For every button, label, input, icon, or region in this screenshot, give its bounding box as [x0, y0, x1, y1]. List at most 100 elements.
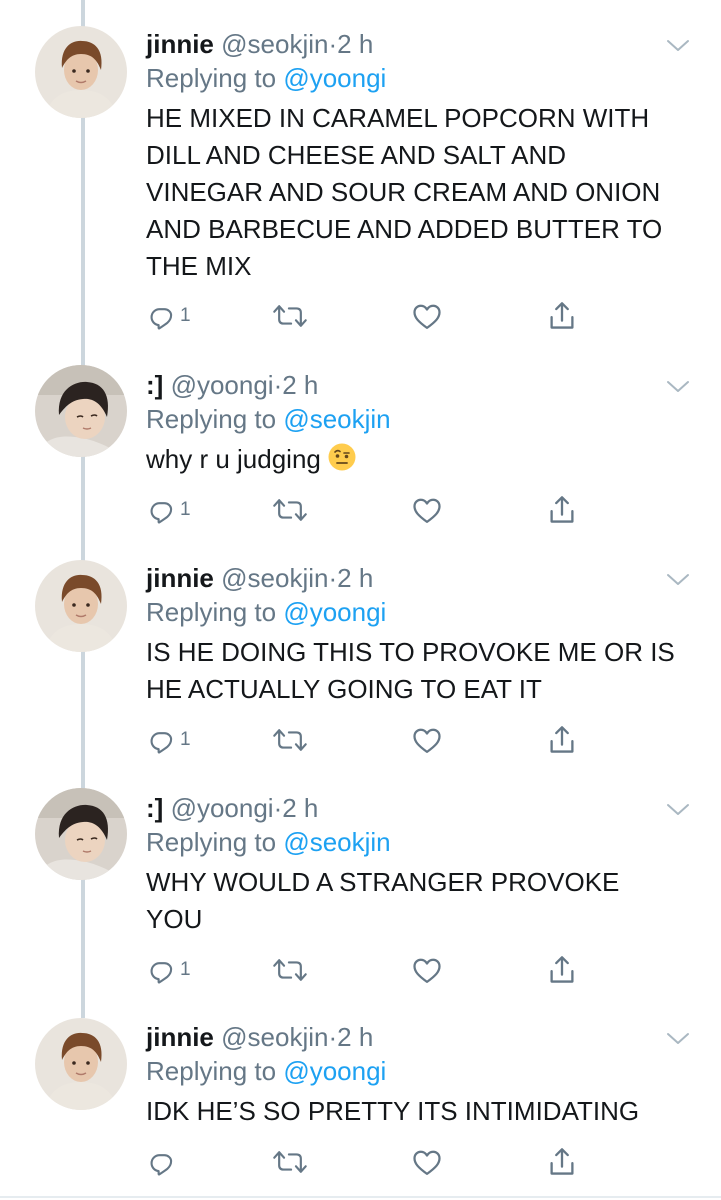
separator-dot: ·	[328, 29, 338, 59]
retweet-button[interactable]	[272, 299, 308, 333]
mention-link[interactable]: @yoongi	[283, 63, 386, 93]
mention-link[interactable]: @seokjin	[283, 827, 390, 857]
chevron-down-icon[interactable]	[665, 572, 691, 588]
tweet-text: why r u judging	[146, 441, 357, 482]
replying-to: Replying to @yoongi	[146, 1055, 386, 1087]
tweet-header: :] @yoongi·2 h	[146, 792, 318, 824]
reply-icon	[148, 302, 176, 330]
tweet-text-line: IS HE DOING THIS TO PROVOKE ME OR IS	[146, 637, 675, 667]
divider	[0, 1196, 721, 1198]
share-icon	[548, 1147, 576, 1177]
mention-link[interactable]: @yoongi	[283, 1056, 386, 1086]
tweet-text-line: why r u judging	[146, 441, 357, 482]
tweet-header: :] @yoongi·2 h	[146, 369, 318, 401]
like-button[interactable]	[412, 953, 442, 987]
tweet-text-line: THE MIX	[146, 251, 252, 281]
retweet-icon	[272, 957, 308, 983]
share-button[interactable]	[548, 1145, 576, 1179]
reply-count: 1	[180, 959, 191, 980]
replying-to: Replying to @seokjin	[146, 403, 391, 435]
avatar[interactable]	[35, 1018, 127, 1110]
avatar[interactable]	[35, 26, 127, 118]
separator-dot: ·	[328, 1022, 338, 1052]
handle[interactable]: @seokjin	[221, 1022, 328, 1052]
like-button[interactable]	[412, 299, 442, 333]
reply-icon	[148, 1148, 176, 1176]
retweet-button[interactable]	[272, 953, 308, 987]
replying-prefix: Replying to	[146, 63, 277, 93]
mention-link[interactable]: @yoongi	[283, 597, 386, 627]
timestamp[interactable]: 2 h	[337, 563, 373, 593]
display-name[interactable]: :]	[146, 370, 163, 400]
tweet-header: jinnie @seokjin·2 h	[146, 562, 373, 594]
share-button[interactable]	[548, 299, 576, 333]
tweet-text-line: WHY WOULD A STRANGER PROVOKE	[146, 867, 620, 897]
reply-button[interactable]	[148, 1145, 180, 1179]
share-button[interactable]	[548, 953, 576, 987]
timestamp[interactable]: 2 h	[282, 793, 318, 823]
avatar[interactable]	[35, 560, 127, 652]
retweet-icon	[272, 727, 308, 753]
retweet-button[interactable]	[272, 723, 308, 757]
share-icon	[548, 301, 576, 331]
handle[interactable]: @yoongi	[171, 370, 274, 400]
retweet-icon	[272, 497, 308, 523]
display-name[interactable]: jinnie	[146, 29, 214, 59]
handle[interactable]: @seokjin	[221, 29, 328, 59]
retweet-icon	[272, 1149, 308, 1175]
handle[interactable]: @yoongi	[171, 793, 274, 823]
separator-dot: ·	[273, 370, 283, 400]
replying-to: Replying to @yoongi	[146, 62, 386, 94]
handle[interactable]: @seokjin	[221, 563, 328, 593]
like-button[interactable]	[412, 723, 442, 757]
timestamp[interactable]: 2 h	[337, 29, 373, 59]
avatar[interactable]	[35, 788, 127, 880]
share-button[interactable]	[548, 723, 576, 757]
display-name[interactable]: jinnie	[146, 563, 214, 593]
reply-icon	[148, 956, 176, 984]
display-name[interactable]: jinnie	[146, 1022, 214, 1052]
like-button[interactable]	[412, 1145, 442, 1179]
tweet-header: jinnie @seokjin·2 h	[146, 28, 373, 60]
chevron-down-icon[interactable]	[665, 38, 691, 54]
reply-button[interactable]: 1	[148, 953, 191, 987]
tweet-text-line: IDK HE’S SO PRETTY ITS INTIMIDATING	[146, 1096, 640, 1126]
reply-button[interactable]: 1	[148, 493, 191, 527]
heart-icon	[412, 1148, 442, 1176]
heart-icon	[412, 302, 442, 330]
chevron-down-icon[interactable]	[665, 1031, 691, 1047]
reply-count: 1	[180, 305, 191, 326]
tweet-text-line: VINEGAR AND SOUR CREAM AND ONION	[146, 177, 661, 207]
timestamp[interactable]: 2 h	[282, 370, 318, 400]
separator-dot: ·	[273, 793, 283, 823]
reply-button[interactable]: 1	[148, 723, 191, 757]
reply-count: 1	[180, 729, 191, 750]
tweet-text: WHY WOULD A STRANGER PROVOKE YOU	[146, 864, 619, 938]
share-button[interactable]	[548, 493, 576, 527]
tweet-actions: 1	[146, 493, 596, 527]
tweet-text-line: AND BARBECUE AND ADDED BUTTER TO	[146, 214, 663, 244]
retweet-button[interactable]	[272, 493, 308, 527]
retweet-button[interactable]	[272, 1145, 308, 1179]
replying-to: Replying to @seokjin	[146, 826, 391, 858]
chevron-down-icon[interactable]	[665, 379, 691, 395]
reply-button[interactable]: 1	[148, 299, 191, 333]
timestamp[interactable]: 2 h	[337, 1022, 373, 1052]
replying-prefix: Replying to	[146, 597, 277, 627]
like-button[interactable]	[412, 493, 442, 527]
heart-icon	[412, 496, 442, 524]
chevron-down-icon[interactable]	[665, 802, 691, 818]
tweet-actions: 1	[146, 953, 596, 987]
mention-link[interactable]: @seokjin	[283, 404, 390, 434]
share-icon	[548, 955, 576, 985]
avatar[interactable]	[35, 365, 127, 457]
tweet-actions	[146, 1145, 596, 1179]
replying-prefix: Replying to	[146, 827, 277, 857]
replying-prefix: Replying to	[146, 1056, 277, 1086]
tweet-header: jinnie @seokjin·2 h	[146, 1021, 373, 1053]
tweet-actions: 1	[146, 299, 596, 333]
tweet-text-line: DILL AND CHEESE AND SALT AND	[146, 140, 566, 170]
display-name[interactable]: :]	[146, 793, 163, 823]
tweet-text: IDK HE’S SO PRETTY ITS INTIMIDATING	[146, 1093, 639, 1130]
reply-count: 1	[180, 499, 191, 520]
